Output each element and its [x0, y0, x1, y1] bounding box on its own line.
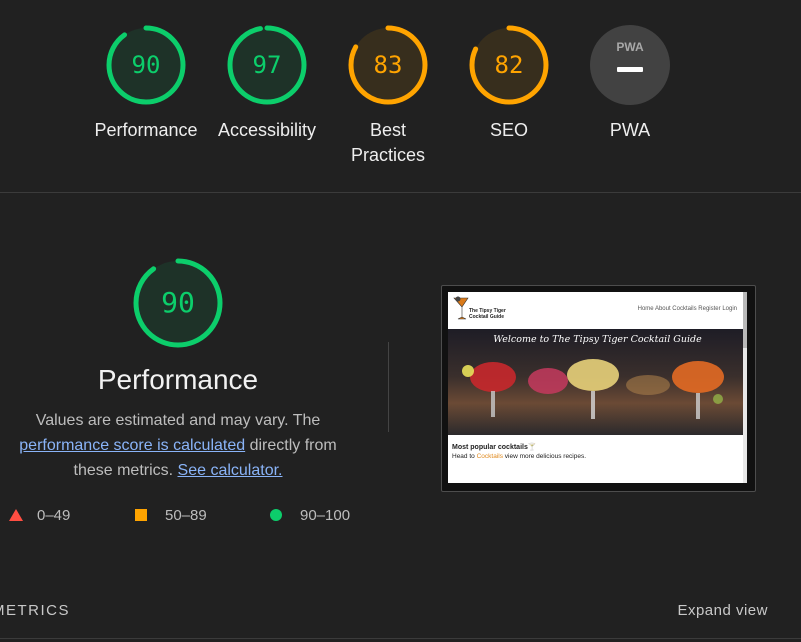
gauge-label: Accessibility — [217, 120, 317, 140]
score-ring: 97 — [226, 24, 308, 106]
screenshot-cocktails-link: Cocktails — [476, 453, 503, 460]
gauge-label: PWA — [609, 120, 651, 140]
gauge-label: Performance — [94, 120, 198, 140]
logo-text: Cocktail Guide — [469, 314, 505, 320]
pwa-badge-text: PWA — [616, 40, 644, 54]
score-ring: 90 — [105, 24, 187, 106]
legend-fail-label: 0–49 — [37, 507, 71, 524]
legend-pass-label: 90–100 — [300, 507, 351, 524]
gauge-seo[interactable]: 82 SEO — [449, 24, 569, 143]
description-text: Values are estimated and may vary. The — [35, 412, 321, 429]
final-screenshot[interactable]: The Tipsy Tiger Cocktail Guide Home Abou… — [441, 285, 756, 492]
score-value: 97 — [252, 51, 282, 79]
screenshot-text: view more delicious recipes. — [502, 453, 587, 460]
pwa-icon: PWA — [590, 25, 670, 105]
gauge-label: SEO — [489, 120, 528, 140]
legend-pass: 90–100 — [270, 507, 350, 524]
vertical-divider — [388, 342, 389, 432]
gauge-pwa[interactable]: PWA PWA — [570, 24, 690, 143]
screenshot-page: The Tipsy Tiger Cocktail Guide Home Abou… — [448, 292, 747, 483]
legend-average: 50–89 — [135, 507, 207, 524]
footer-divider — [0, 638, 801, 639]
performance-score-value: 90 — [161, 286, 195, 319]
score-calculated-link[interactable]: performance score is calculated — [19, 437, 245, 454]
screenshot-text: Head to — [452, 453, 477, 460]
average-square-icon — [135, 509, 147, 521]
screenshot-content: Most popular cocktails🍸 Head to Cocktail… — [452, 443, 742, 460]
gauge-accessibility[interactable]: 97 Accessibility — [207, 24, 327, 143]
score-ring: 83 — [347, 24, 429, 106]
performance-title: Performance — [97, 364, 259, 395]
screenshot-nav-links: Home About Cocktails Register Login — [637, 306, 737, 312]
fail-triangle-icon — [9, 509, 23, 521]
screenshot-section-title: Most popular cocktails🍸 — [452, 444, 537, 451]
expand-view-button[interactable]: Expand view — [677, 602, 768, 619]
metrics-heading: METRICS — [0, 602, 70, 619]
score-value: 90 — [131, 51, 161, 79]
tiger-logo: The Tipsy Tiger Cocktail Guide — [452, 295, 512, 327]
score-value: 82 — [494, 51, 524, 79]
legend-average-label: 50–89 — [165, 507, 207, 524]
gauge-label: Best Practices — [328, 118, 448, 168]
gauge-label-line: Best — [369, 120, 407, 140]
legend-fail: 0–49 — [9, 507, 70, 524]
gauge-performance[interactable]: 90 Performance — [86, 24, 206, 143]
performance-description: Values are estimated and may vary. The p… — [0, 408, 356, 483]
gauge-best-practices[interactable]: 83 Best Practices — [328, 24, 448, 168]
screenshot-scrollbar — [743, 292, 747, 483]
gauge-label-line: Practices — [350, 145, 426, 165]
section-divider — [0, 192, 801, 193]
pwa-badge: PWA — [589, 24, 671, 106]
screenshot-navbar: The Tipsy Tiger Cocktail Guide Home Abou… — [448, 292, 747, 328]
performance-score-gauge: 90 — [132, 257, 224, 349]
score-value: 83 — [373, 51, 403, 79]
score-ring: 82 — [468, 24, 550, 106]
see-calculator-link[interactable]: See calculator. — [178, 462, 283, 479]
pass-circle-icon — [270, 509, 282, 521]
screenshot-hero-image: Welcome to The Tipsy Tiger Cocktail Guid… — [448, 329, 747, 435]
category-gauges: 90 Performance 97 Accessibility 83 Best … — [0, 24, 801, 194]
